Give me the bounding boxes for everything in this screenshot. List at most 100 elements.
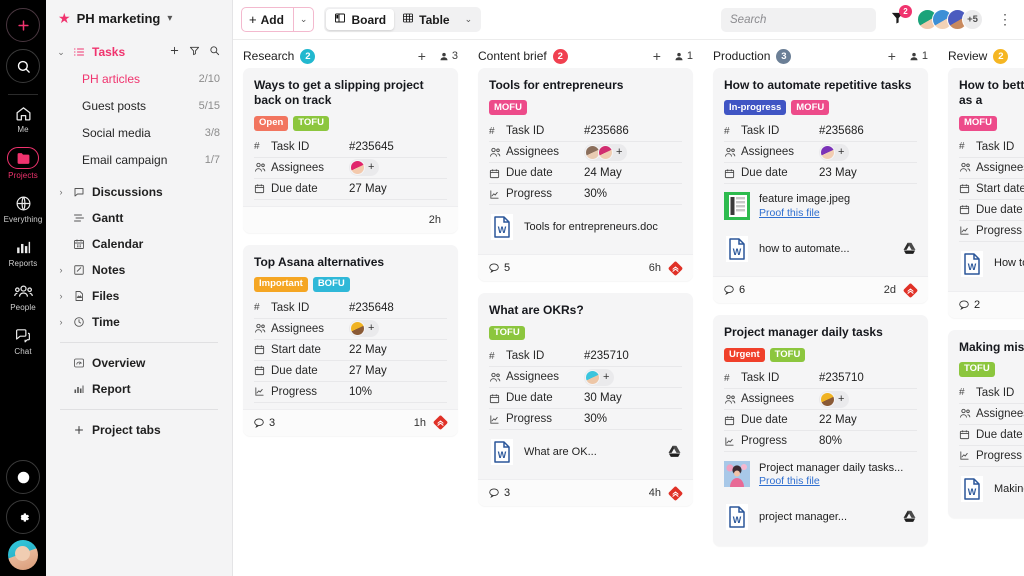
chevron-down-icon[interactable]: ⌄: [458, 14, 480, 25]
avatar-overflow-count[interactable]: +5: [962, 9, 983, 30]
add-assignee-icon[interactable]: +: [837, 147, 845, 158]
sidebar-item-gantt[interactable]: Gantt: [46, 205, 232, 231]
column-members[interactable]: 1: [674, 50, 693, 62]
assignee-group[interactable]: +: [819, 391, 849, 408]
tag[interactable]: Urgent: [724, 348, 765, 363]
sidebar-item-guest-posts[interactable]: Guest posts 5/15: [46, 92, 232, 119]
tag[interactable]: MOFU: [959, 116, 997, 131]
sidebar-item-ph-articles[interactable]: PH articles 2/10: [46, 65, 232, 92]
tag[interactable]: TOFU: [770, 348, 806, 363]
comment-count[interactable]: 6: [723, 284, 745, 296]
rail-item-projects[interactable]: Projects: [0, 147, 46, 180]
filter-icon[interactable]: [189, 45, 200, 59]
tag[interactable]: TOFU: [959, 362, 995, 377]
column-add-button[interactable]: +: [418, 48, 426, 64]
add-assignee-icon[interactable]: +: [602, 372, 610, 383]
tag[interactable]: BOFU: [313, 277, 350, 292]
sidebar-item-overview[interactable]: Overview: [46, 350, 232, 376]
card-attachment[interactable]: feature image.jpeg Proof this file: [724, 184, 917, 227]
tag[interactable]: TOFU: [489, 326, 525, 341]
priority-icon[interactable]: [903, 283, 918, 298]
task-card[interactable]: Project manager daily tasks Urgent TOFU …: [713, 315, 928, 546]
comment-count[interactable]: 2: [958, 299, 980, 311]
google-drive-icon[interactable]: [668, 445, 682, 460]
task-card[interactable]: Ways to get a slipping project back on t…: [243, 68, 458, 233]
add-assignee-icon[interactable]: +: [837, 394, 845, 405]
avatar[interactable]: [585, 370, 600, 385]
rail-item-everything[interactable]: Everything: [0, 193, 46, 224]
task-card[interactable]: How to automate repetitive tasks In-prog…: [713, 68, 928, 303]
card-attachment[interactable]: W Tools for entrepreneurs.doc: [489, 205, 682, 248]
priority-icon[interactable]: [668, 486, 683, 501]
avatar[interactable]: [598, 145, 613, 160]
card-attachment[interactable]: W project manager...: [724, 495, 917, 538]
card-attachment[interactable]: W How to: [959, 242, 1024, 285]
sidebar-item-report[interactable]: Report: [46, 376, 232, 402]
proof-file-link[interactable]: Proof this file: [759, 207, 917, 221]
add-assignee-icon[interactable]: +: [367, 323, 375, 334]
card-attachment[interactable]: W What are OK...: [489, 430, 682, 473]
assignee-group[interactable]: +: [349, 159, 379, 176]
rail-item-chat[interactable]: Chat: [0, 325, 46, 356]
add-assignee-icon[interactable]: +: [367, 162, 375, 173]
column-add-button[interactable]: +: [888, 48, 896, 64]
sidebar-item-email-campaign[interactable]: Email campaign 1/7: [46, 146, 232, 173]
google-drive-icon[interactable]: [903, 242, 917, 257]
sidebar-item-discussions[interactable]: › Discussions: [46, 179, 232, 205]
assignee-group[interactable]: +: [584, 144, 627, 161]
chevron-down-icon[interactable]: ⌄: [56, 47, 66, 58]
help-button[interactable]: ?: [6, 460, 40, 494]
add-task-icon[interactable]: [169, 45, 180, 59]
chevron-right-icon[interactable]: ›: [56, 187, 66, 197]
avatar[interactable]: [350, 321, 365, 336]
tag[interactable]: TOFU: [293, 116, 329, 131]
column-members[interactable]: 1: [909, 50, 928, 62]
task-card[interactable]: Making mistakes TOFU # Task ID Assignees: [948, 330, 1024, 518]
chevron-right-icon[interactable]: ›: [56, 291, 66, 301]
member-avatars[interactable]: +5: [917, 9, 983, 30]
search-icon[interactable]: [209, 45, 220, 59]
google-drive-icon[interactable]: [903, 510, 917, 525]
assignee-group[interactable]: +: [584, 369, 614, 386]
global-add-button[interactable]: [6, 8, 40, 42]
tag[interactable]: In-progress: [724, 100, 786, 115]
assignee-group[interactable]: +: [349, 320, 379, 337]
chevron-down-icon[interactable]: ▾: [167, 13, 172, 24]
card-attachment[interactable]: W how to automate...: [724, 227, 917, 270]
tab-table[interactable]: Table: [394, 9, 457, 30]
chevron-down-icon[interactable]: ⌄: [293, 8, 314, 31]
settings-button[interactable]: [6, 500, 40, 534]
sidebar-item-notes[interactable]: › Notes: [46, 257, 232, 283]
proof-file-link[interactable]: Proof this file: [759, 475, 917, 489]
task-card[interactable]: How to better handle deadlines as a MOFU…: [948, 68, 1024, 318]
priority-icon[interactable]: [668, 261, 683, 276]
avatar[interactable]: [820, 145, 835, 160]
more-vertical-icon[interactable]: ⋮: [993, 11, 1014, 28]
task-card[interactable]: Top Asana alternatives Important BOFU # …: [243, 245, 458, 436]
comment-count[interactable]: 3: [253, 417, 275, 429]
column-add-button[interactable]: +: [653, 48, 661, 64]
sidebar-section-tasks[interactable]: ⌄ Tasks: [46, 39, 232, 65]
tag[interactable]: Open: [254, 116, 288, 131]
search-input[interactable]: Search: [721, 8, 876, 32]
assignee-group[interactable]: +: [819, 144, 849, 161]
tag[interactable]: Important: [254, 277, 308, 292]
add-assignee-icon[interactable]: +: [615, 147, 623, 158]
add-button[interactable]: + Add ⌄: [241, 7, 314, 32]
chevron-right-icon[interactable]: ›: [56, 317, 66, 327]
rail-item-people[interactable]: People: [0, 281, 46, 312]
card-attachment[interactable]: Project manager daily tasks... Proof thi…: [724, 452, 917, 495]
card-attachment[interactable]: W Making: [959, 467, 1024, 510]
avatar[interactable]: [820, 392, 835, 407]
avatar[interactable]: [8, 540, 38, 570]
filter-button[interactable]: 2: [890, 10, 905, 30]
avatar[interactable]: [350, 160, 365, 175]
comment-count[interactable]: 5: [488, 262, 510, 274]
priority-icon[interactable]: [433, 415, 448, 430]
task-card[interactable]: What are OKRs? TOFU # Task ID #235710 As…: [478, 293, 693, 506]
tag[interactable]: MOFU: [791, 100, 829, 115]
rail-item-reports[interactable]: Reports: [0, 237, 46, 268]
tab-board[interactable]: Board: [326, 9, 394, 30]
sidebar-item-files[interactable]: › Files: [46, 283, 232, 309]
global-search-button[interactable]: [6, 49, 40, 83]
